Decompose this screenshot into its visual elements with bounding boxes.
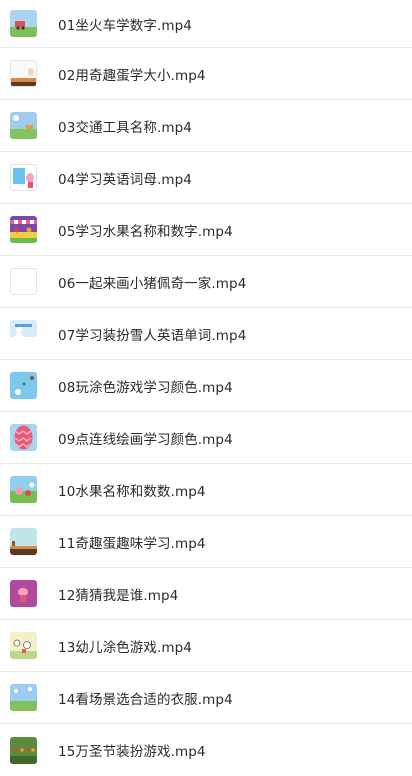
- file-name: 01坐火车学数字.mp4: [58, 17, 192, 34]
- list-item[interactable]: 15万圣节装扮游戏.mp4: [0, 724, 412, 776]
- video-file-list: 01坐火车学数字.mp4 02用奇趣蛋学大小.mp4 03交通工具名称.mp4 …: [0, 0, 412, 776]
- file-name: 07学习装扮雪人英语单词.mp4: [58, 327, 247, 344]
- file-name: 03交通工具名称.mp4: [58, 119, 192, 136]
- file-name: 05学习水果名称和数字.mp4: [58, 223, 233, 240]
- video-thumbnail-vehicles-icon: [10, 112, 37, 139]
- list-item[interactable]: 10水果名称和数数.mp4: [0, 464, 412, 516]
- video-thumbnail-letters-icon: [10, 164, 37, 191]
- video-thumbnail-fruit-stall-icon: [10, 216, 37, 243]
- file-name: 06一起来画小猪佩奇一家.mp4: [58, 275, 247, 292]
- video-thumbnail-dots-icon: [10, 424, 37, 451]
- file-name: 12猜猜我是谁.mp4: [58, 587, 179, 604]
- file-name: 15万圣节装扮游戏.mp4: [58, 744, 206, 760]
- video-thumbnail-fruit-icon: [10, 476, 37, 503]
- list-item[interactable]: 04学习英语词母.mp4: [0, 152, 412, 204]
- list-item[interactable]: 05学习水果名称和数字.mp4: [0, 204, 412, 256]
- video-thumbnail-clothes-icon: [10, 684, 37, 711]
- list-item[interactable]: 09点连线绘画学习颜色.mp4: [0, 412, 412, 464]
- file-name: 13幼儿涂色游戏.mp4: [58, 639, 192, 656]
- list-item[interactable]: 01坐火车学数字.mp4: [0, 0, 412, 48]
- video-thumbnail-drawing-icon: [10, 268, 37, 295]
- list-item[interactable]: 11奇趣蛋趣味学习.mp4: [0, 516, 412, 568]
- file-name: 14看场景选合适的衣服.mp4: [58, 691, 233, 708]
- file-name: 09点连线绘画学习颜色.mp4: [58, 431, 233, 448]
- list-item[interactable]: 03交通工具名称.mp4: [0, 100, 412, 152]
- video-thumbnail-train-icon: [10, 10, 37, 37]
- file-name: 02用奇趣蛋学大小.mp4: [58, 67, 206, 84]
- list-item[interactable]: 08玩涂色游戏学习颜色.mp4: [0, 360, 412, 412]
- file-name: 10水果名称和数数.mp4: [58, 483, 206, 500]
- video-thumbnail-egg-fun-icon: [10, 528, 37, 555]
- list-item[interactable]: 07学习装扮雪人英语单词.mp4: [0, 308, 412, 360]
- video-thumbnail-guess-icon: [10, 580, 37, 607]
- video-thumbnail-paint-icon: [10, 632, 37, 659]
- video-thumbnail-halloween-icon: [10, 736, 37, 764]
- file-name: 08玩涂色游戏学习颜色.mp4: [58, 379, 233, 396]
- file-name: 04学习英语词母.mp4: [58, 171, 192, 188]
- list-item[interactable]: 14看场景选合适的衣服.mp4: [0, 672, 412, 724]
- list-item[interactable]: 06一起来画小猪佩奇一家.mp4: [0, 256, 412, 308]
- video-thumbnail-coloring-icon: [10, 372, 37, 399]
- list-item[interactable]: 13幼儿涂色游戏.mp4: [0, 620, 412, 672]
- list-item[interactable]: 12猜猜我是谁.mp4: [0, 568, 412, 620]
- video-thumbnail-egg-icon: [10, 60, 37, 87]
- file-name: 11奇趣蛋趣味学习.mp4: [58, 535, 206, 552]
- video-thumbnail-snowman-icon: [10, 320, 37, 347]
- list-item[interactable]: 02用奇趣蛋学大小.mp4: [0, 48, 412, 100]
